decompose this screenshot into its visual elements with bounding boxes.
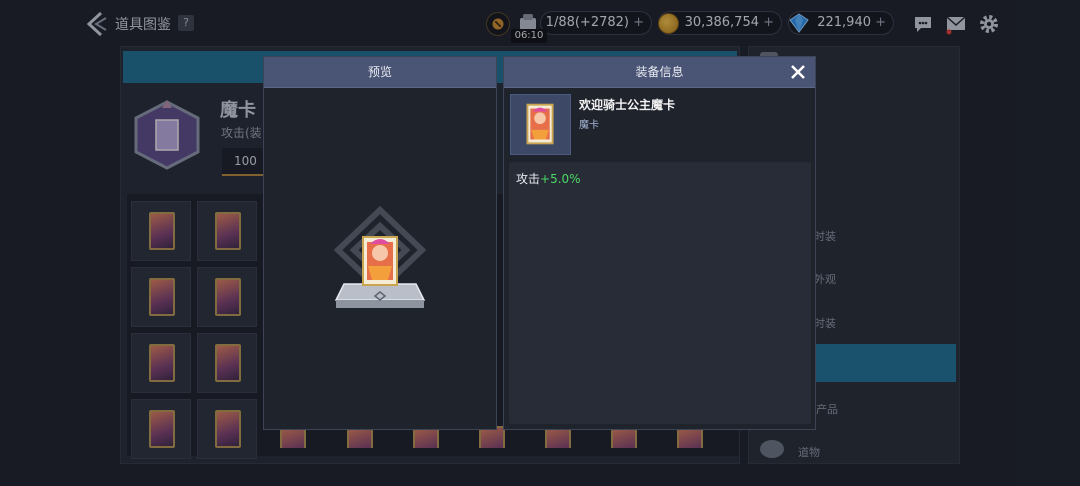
- close-icon[interactable]: [789, 63, 807, 81]
- stat-panel: [509, 162, 811, 424]
- stat-label: 攻击: [516, 172, 541, 186]
- stat-row: 攻击+5.0%: [516, 170, 581, 187]
- item-name: 欢迎骑士公主魔卡: [579, 98, 676, 112]
- item-type: 魔卡: [579, 120, 599, 131]
- preview-dialog-title: 预览: [264, 57, 496, 88]
- card-pedestal-image: [333, 205, 427, 308]
- equipment-info-title: 装备信息: [504, 57, 815, 88]
- card-image: [526, 103, 554, 145]
- item-thumbnail: [510, 94, 571, 155]
- stat-value: +5.0%: [540, 172, 581, 186]
